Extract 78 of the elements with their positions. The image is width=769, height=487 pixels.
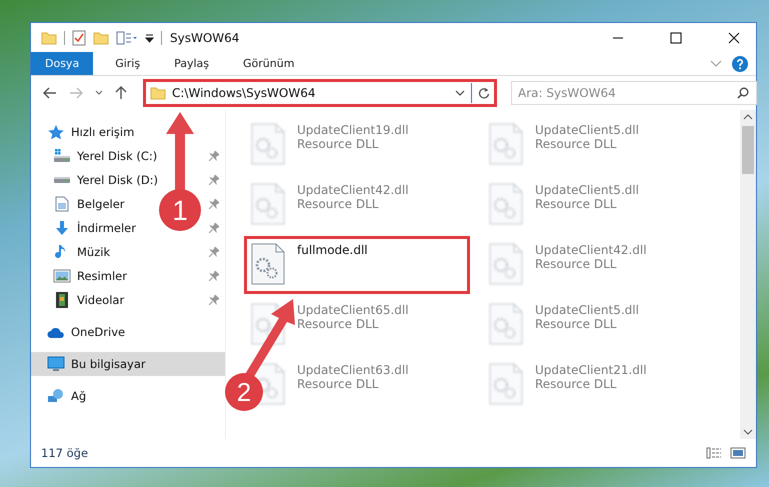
- ribbon-tab[interactable]: Giriş: [103, 52, 152, 75]
- sidebar-item[interactable]: Müzik: [53, 244, 110, 260]
- sidebar-item[interactable]: OneDrive: [47, 324, 126, 340]
- sidebar-item[interactable]: Videolar: [53, 292, 124, 308]
- file-type: Resource DLL: [297, 137, 380, 151]
- sidebar-item[interactable]: Yerel Disk (C:): [53, 148, 158, 164]
- file-type: Resource DLL: [535, 197, 618, 211]
- chevron-down-icon[interactable]: [455, 90, 465, 96]
- maximize-icon[interactable]: [670, 32, 682, 44]
- file-name: UpdateClient63.dll: [297, 363, 409, 377]
- pin-icon[interactable]: [209, 175, 219, 185]
- details-view-icon[interactable]: [706, 447, 722, 459]
- file-name: UpdateClient21.dll: [535, 363, 647, 377]
- folder-icon: [150, 86, 166, 100]
- pin-icon[interactable]: [209, 151, 219, 161]
- pin-icon[interactable]: [209, 295, 219, 305]
- item-count: 117 öğe: [41, 446, 88, 460]
- chevron-down-icon[interactable]: [95, 90, 103, 96]
- highlighted-file-item[interactable]: fullmode.dll: [244, 236, 470, 294]
- document-icon: [53, 196, 71, 212]
- computer-icon: [47, 356, 65, 372]
- file-name: UpdateClient65.dll: [297, 303, 409, 317]
- file-type: Resource DLL: [535, 317, 618, 331]
- folder-icon[interactable]: [93, 30, 109, 44]
- file-type: Resource DLL: [535, 377, 618, 391]
- sidebar-item[interactable]: Resimler: [53, 268, 127, 284]
- file-name: UpdateClient5.dll: [535, 123, 639, 137]
- sidebar-item[interactable]: Belgeler: [53, 196, 125, 212]
- address-field[interactable]: C:\Windows\SysWOW64: [143, 79, 497, 107]
- star-icon: [47, 124, 65, 140]
- download-icon: [53, 220, 71, 236]
- drive-icon: [53, 176, 71, 184]
- sidebar-item[interactable]: Hızlı erişim: [47, 124, 134, 140]
- back-arrow-icon[interactable]: [43, 87, 57, 99]
- file-name: UpdateClient19.dll: [297, 123, 409, 137]
- gear-file-icon[interactable]: [251, 243, 285, 285]
- file-type: Resource DLL: [535, 257, 618, 271]
- folder-icon[interactable]: [41, 30, 57, 44]
- customize-dropdown-icon[interactable]: [145, 32, 154, 42]
- properties-icon[interactable]: [116, 30, 138, 44]
- step-badge: 1: [159, 189, 201, 231]
- help-icon[interactable]: [732, 56, 748, 72]
- file-name: UpdateClient5.dll: [535, 183, 639, 197]
- large-icons-view-icon[interactable]: [730, 447, 746, 459]
- chevron-up-icon[interactable]: [743, 114, 753, 120]
- refresh-icon[interactable]: [478, 87, 490, 99]
- ribbon-tab[interactable]: Paylaş: [162, 52, 221, 75]
- checklist-icon[interactable]: [72, 30, 86, 46]
- pin-icon[interactable]: [209, 271, 219, 281]
- file-type: Resource DLL: [535, 137, 618, 151]
- pin-icon[interactable]: [209, 223, 219, 233]
- pin-icon[interactable]: [209, 199, 219, 209]
- search-field[interactable]: Ara: SysWOW64: [511, 81, 757, 105]
- drive-c-icon: [53, 148, 71, 164]
- close-icon[interactable]: [728, 32, 740, 44]
- file-name: UpdateClient42.dll: [535, 243, 647, 257]
- forward-arrow-icon[interactable]: [69, 87, 83, 99]
- sidebar-item[interactable]: Ağ: [47, 388, 86, 404]
- ribbon-tab[interactable]: Dosya: [31, 52, 94, 75]
- pictures-icon: [53, 268, 71, 284]
- scrollbar[interactable]: [740, 110, 756, 439]
- up-arrow-icon[interactable]: [115, 86, 127, 100]
- pin-icon[interactable]: [209, 247, 219, 257]
- file-type: Resource DLL: [297, 317, 380, 331]
- step-badge: 2: [225, 373, 263, 411]
- chevron-down-icon[interactable]: [743, 429, 753, 435]
- file-type: Resource DLL: [297, 197, 380, 211]
- video-icon: [53, 292, 71, 308]
- scrollbar-thumb[interactable]: [742, 126, 754, 174]
- sidebar-item[interactable]: Yerel Disk (D:): [53, 173, 158, 187]
- ribbon-tab[interactable]: Görünüm: [231, 52, 306, 75]
- window-title: SysWOW64: [170, 30, 240, 44]
- file-name: fullmode.dll: [297, 243, 368, 257]
- file-type: Resource DLL: [297, 377, 380, 391]
- network-icon: [47, 388, 65, 404]
- sidebar-item[interactable]: İndirmeler: [53, 220, 136, 236]
- file-name: UpdateClient42.dll: [297, 183, 409, 197]
- file-name: UpdateClient5.dll: [535, 303, 639, 317]
